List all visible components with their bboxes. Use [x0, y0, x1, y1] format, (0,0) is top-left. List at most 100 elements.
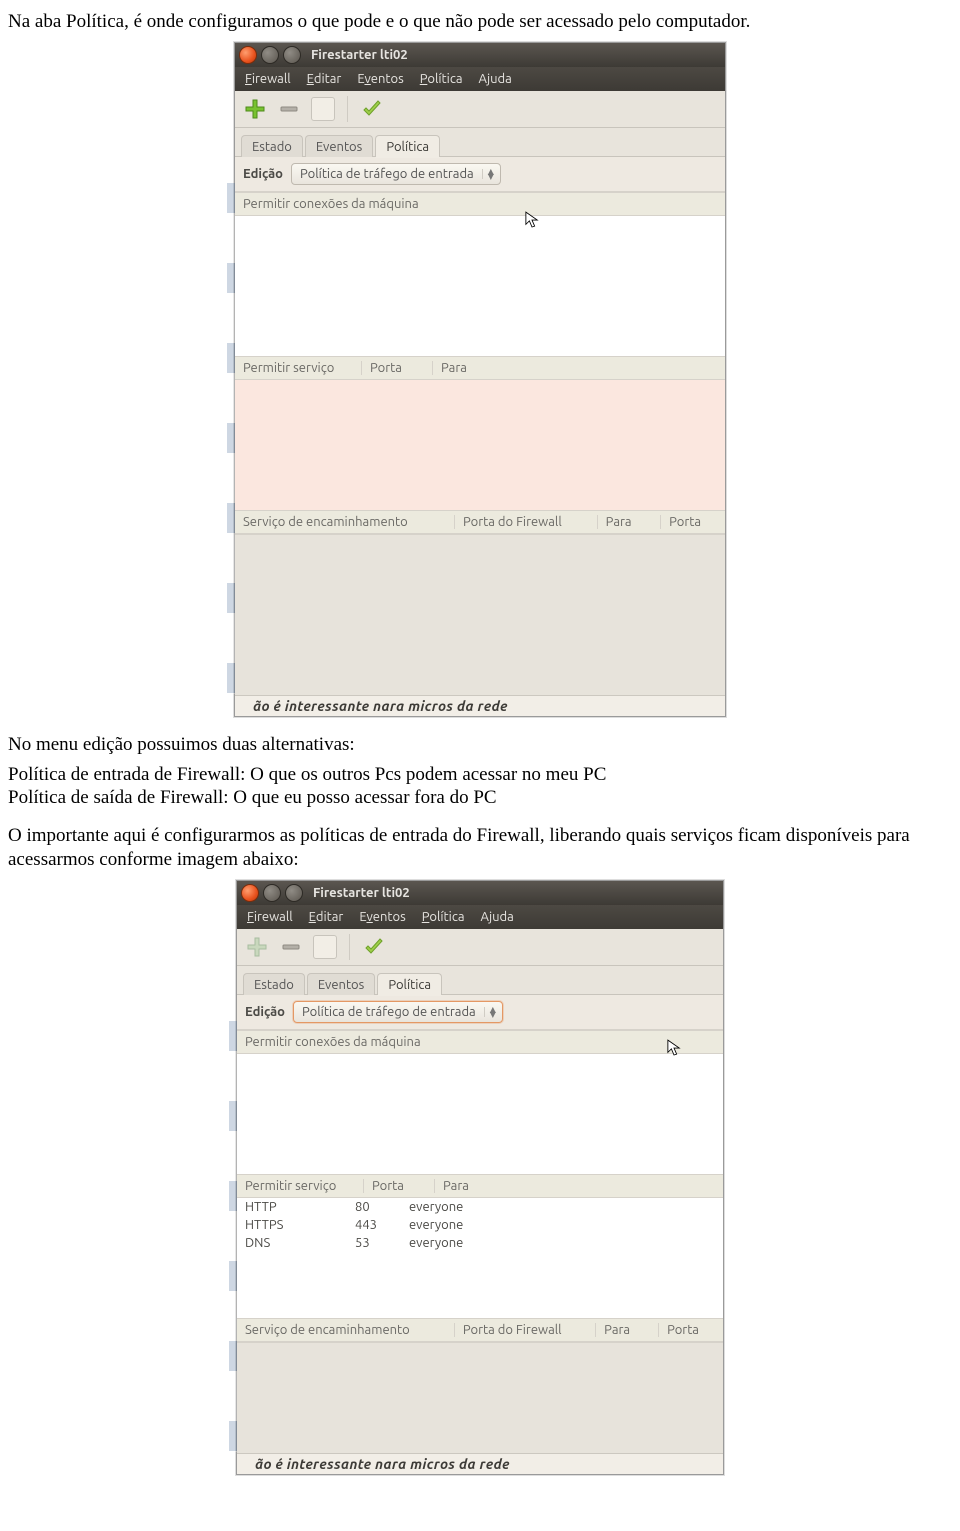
col-fw-port[interactable]: Porta do Firewall — [463, 1323, 596, 1337]
minimize-icon[interactable] — [261, 46, 279, 64]
intro-paragraph: Na aba Política, é onde configuramos o q… — [8, 10, 952, 34]
cell-service: DNS — [245, 1236, 355, 1250]
truncated-bg-text: ão é interessante nara micros da rede — [235, 695, 725, 716]
col-fw-para[interactable]: Para — [606, 515, 661, 529]
connections-list[interactable] — [235, 216, 725, 356]
forward-list-2[interactable] — [237, 1342, 723, 1453]
p-edicao-intro: No menu edição possuimos duas alternativ… — [8, 733, 952, 757]
window-titlebar-2[interactable]: Firestarter lti02 — [237, 881, 723, 905]
cell-service: HTTPS — [245, 1218, 355, 1232]
close-icon[interactable] — [241, 884, 259, 902]
col-fw-port2[interactable]: Porta — [669, 515, 709, 529]
edit-box-icon[interactable] — [313, 935, 337, 959]
menu-ajuda[interactable]: Ajuda — [481, 910, 514, 924]
left-edge-peek-2 — [229, 1021, 237, 1452]
cell-service: HTTP — [245, 1200, 355, 1214]
cell-para: everyone — [409, 1236, 715, 1250]
tab-estado[interactable]: Estado — [241, 135, 303, 157]
combo-value: Política de tráfego de entrada — [300, 167, 474, 181]
apply-icon[interactable] — [360, 97, 384, 121]
tab-eventos[interactable]: Eventos — [307, 973, 375, 995]
cell-port: 80 — [355, 1200, 409, 1214]
toolbar-2 — [237, 929, 723, 966]
section-connections-header-2: Permitir conexões da máquina — [237, 1030, 723, 1054]
firestarter-window-2: Firestarter lti02 Firewall Editar Evento… — [236, 880, 724, 1475]
tab-estado[interactable]: Estado — [243, 973, 305, 995]
edition-row-2: Edição Política de tráfego de entrada ▲▼ — [237, 995, 723, 1030]
left-edge-peek — [227, 183, 235, 694]
truncated-bg-text-2: ão é interessante nara micros da rede — [237, 1453, 723, 1474]
services-header: Permitir serviço Porta Para — [235, 356, 725, 380]
menu-firewall[interactable]: Firewall — [247, 910, 293, 924]
edit-box-icon[interactable] — [311, 97, 335, 121]
combo-spinner-icon[interactable]: ▲▼ — [484, 1007, 496, 1017]
maximize-icon[interactable] — [283, 46, 301, 64]
cell-para: everyone — [409, 1218, 715, 1232]
window-title-2: Firestarter lti02 — [313, 886, 410, 900]
cell-para: everyone — [409, 1200, 715, 1214]
window-title: Firestarter lti02 — [311, 48, 408, 62]
tabs-row-2: Estado Eventos Política — [237, 966, 723, 995]
menu-bar-2[interactable]: Firewall Editar Eventos Política Ajuda — [237, 905, 723, 929]
menu-editar[interactable]: Editar — [309, 910, 344, 924]
col-fw-port2[interactable]: Porta — [667, 1323, 707, 1337]
menu-bar[interactable]: Firewall Editar Eventos Política Ajuda — [235, 67, 725, 91]
forward-header-2: Serviço de encaminhamento Porta do Firew… — [237, 1318, 723, 1342]
p-importante: O importante aqui é configurarmos as pol… — [8, 824, 952, 872]
tab-politica[interactable]: Política — [375, 135, 440, 157]
add-icon[interactable] — [245, 935, 269, 959]
col-para[interactable]: Para — [443, 1179, 707, 1193]
remove-icon[interactable] — [279, 935, 303, 959]
service-row[interactable]: HTTP80everyone — [237, 1198, 723, 1216]
menu-politica[interactable]: Política — [420, 72, 463, 86]
tab-politica[interactable]: Política — [377, 973, 442, 995]
services-list[interactable] — [235, 380, 725, 510]
menu-ajuda[interactable]: Ajuda — [479, 72, 512, 86]
toolbar — [235, 91, 725, 128]
combo-spinner-icon[interactable]: ▲▼ — [482, 169, 494, 179]
col-fw-port[interactable]: Porta do Firewall — [463, 515, 598, 529]
apply-icon[interactable] — [362, 935, 386, 959]
service-row[interactable]: DNS53everyone — [237, 1234, 723, 1252]
menu-editar[interactable]: Editar — [307, 72, 342, 86]
cell-port: 53 — [355, 1236, 409, 1250]
forward-list[interactable] — [235, 534, 725, 695]
edition-row: Edição Política de tráfego de entrada ▲▼ — [235, 157, 725, 192]
maximize-icon[interactable] — [285, 884, 303, 902]
col-service[interactable]: Permitir serviço — [245, 1179, 364, 1193]
col-fw-service[interactable]: Serviço de encaminhamento — [245, 1323, 455, 1337]
col-fw-service[interactable]: Serviço de encaminhamento — [243, 515, 455, 529]
toolbar-separator — [347, 96, 348, 122]
toolbar-separator — [349, 934, 350, 960]
col-fw-para[interactable]: Para — [604, 1323, 659, 1337]
service-row[interactable]: HTTPS443everyone — [237, 1216, 723, 1234]
add-icon[interactable] — [243, 97, 267, 121]
screenshot-1: Firestarter lti02 Firewall Editar Evento… — [8, 42, 952, 717]
firestarter-window-1: Firestarter lti02 Firewall Editar Evento… — [234, 42, 726, 717]
tab-eventos[interactable]: Eventos — [305, 135, 373, 157]
p-politica-saida: Política de saída de Firewall: O que eu … — [8, 786, 952, 810]
section-connections-header: Permitir conexões da máquina — [235, 192, 725, 216]
remove-icon[interactable] — [277, 97, 301, 121]
menu-eventos[interactable]: Eventos — [359, 910, 405, 924]
col-para[interactable]: Para — [441, 361, 709, 375]
window-titlebar[interactable]: Firestarter lti02 — [235, 43, 725, 67]
menu-eventos[interactable]: Eventos — [357, 72, 403, 86]
col-port[interactable]: Porta — [370, 361, 433, 375]
menu-politica[interactable]: Política — [422, 910, 465, 924]
close-icon[interactable] — [239, 46, 257, 64]
col-service[interactable]: Permitir serviço — [243, 361, 362, 375]
connections-list-2[interactable] — [237, 1054, 723, 1174]
services-list-2[interactable]: HTTP80everyoneHTTPS443everyoneDNS53every… — [237, 1198, 723, 1318]
traffic-policy-combo[interactable]: Política de tráfego de entrada ▲▼ — [291, 163, 501, 185]
traffic-policy-combo[interactable]: Política de tráfego de entrada ▲▼ — [293, 1001, 503, 1023]
tabs-row: Estado Eventos Política — [235, 128, 725, 157]
col-port[interactable]: Porta — [372, 1179, 435, 1193]
menu-firewall[interactable]: Firewall — [245, 72, 291, 86]
edition-label: Edição — [243, 167, 283, 181]
cell-port: 443 — [355, 1218, 409, 1232]
edition-label: Edição — [245, 1005, 285, 1019]
section-connections-label: Permitir conexões da máquina — [243, 197, 419, 211]
forward-header: Serviço de encaminhamento Porta do Firew… — [235, 510, 725, 534]
minimize-icon[interactable] — [263, 884, 281, 902]
